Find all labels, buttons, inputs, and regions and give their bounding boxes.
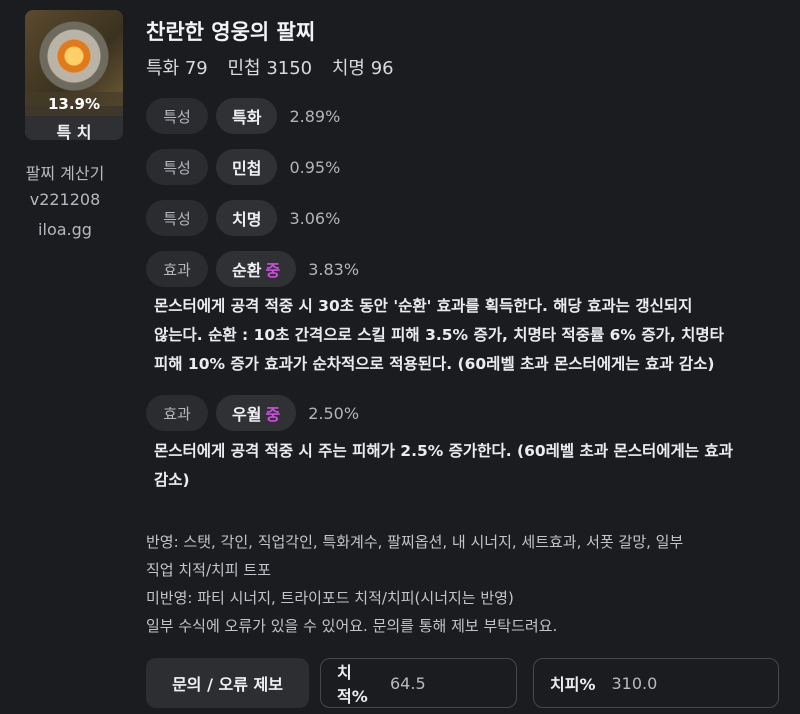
crit-dmg-field: 치피%	[533, 658, 779, 708]
note-line: 미반영: 파티 시너지, 트라이포드 치적/치피(시너지는 반영)	[146, 589, 514, 607]
crit-dmg-label: 치피%	[550, 675, 596, 694]
option-value: 3.83%	[308, 259, 360, 279]
app-version: v221208	[29, 190, 101, 209]
option-description: 몬스터에게 공격 적중 시 30초 동안 '순환' 효과를 획득한다. 해당 효…	[154, 297, 724, 373]
note-line: 일부 수식에 오류가 있을 수 있어요. 문의를 통해 제보 부탁드려요.	[146, 617, 558, 635]
site-link[interactable]: iloa.gg	[0, 220, 130, 239]
report-button[interactable]: 문의 / 오류 제보	[146, 658, 309, 708]
crit-rate-field: 치적%	[320, 658, 517, 708]
option-kind: 효과	[146, 395, 208, 431]
stat-crit: 치명 96	[331, 58, 394, 79]
option-kind: 특성	[146, 149, 208, 185]
option-name[interactable]: 민첩	[216, 149, 278, 185]
item-percent: 13.9%	[25, 92, 123, 116]
option-value: 3.06%	[289, 208, 341, 228]
stat-specialization: 특화 79	[146, 58, 208, 79]
item-title: 찬란한 영웅의 팔찌	[146, 20, 316, 44]
item-card: 13.9% 특 치	[25, 10, 123, 140]
crit-rate-input[interactable]	[390, 673, 500, 693]
option-name[interactable]: 특화	[216, 98, 278, 134]
option-value: 0.95%	[289, 157, 341, 177]
option-row: 특성 민첩 0.95%	[146, 149, 340, 185]
option-kind: 특성	[146, 98, 208, 134]
app-name: 팔찌 계산기	[25, 164, 105, 183]
option-name[interactable]: 우월 중	[216, 395, 297, 431]
option-row: 특성 치명 3.06%	[146, 200, 340, 236]
stat-dexterity: 민첩 3150	[227, 58, 313, 79]
notes: 반영: 스탯, 각인, 직업각인, 특화계수, 팔찌옵션, 내 시너지, 세트효…	[146, 528, 786, 640]
option-value: 2.50%	[308, 403, 360, 423]
option-row: 특성 특화 2.89%	[146, 98, 340, 134]
note-line: 반영: 스탯, 각인, 직업각인, 특화계수, 팔찌옵션, 내 시너지, 세트효…	[146, 533, 684, 551]
crit-rate-label: 치적%	[337, 663, 368, 706]
item-stat-label: 특 치	[25, 116, 123, 140]
option-name[interactable]: 순환 중	[216, 251, 297, 287]
option-kind: 특성	[146, 200, 208, 236]
option-value: 2.89%	[289, 106, 341, 126]
option-level: 중	[265, 261, 281, 280]
option-row: 효과 순환 중 3.83%	[146, 251, 359, 287]
option-description: 몬스터에게 공격 적중 시 주는 피해가 2.5% 증가한다. (60레벨 초과…	[154, 442, 733, 489]
item-stats: 특화 79 민첩 3150 치명 96	[146, 54, 408, 80]
note-line: 직업 치적/치피 트포	[146, 561, 271, 579]
option-row: 효과 우월 중 2.50%	[146, 395, 359, 431]
option-kind: 효과	[146, 251, 208, 287]
option-level: 중	[265, 405, 281, 424]
crit-dmg-input[interactable]	[611, 673, 722, 693]
option-name[interactable]: 치명	[216, 200, 278, 236]
